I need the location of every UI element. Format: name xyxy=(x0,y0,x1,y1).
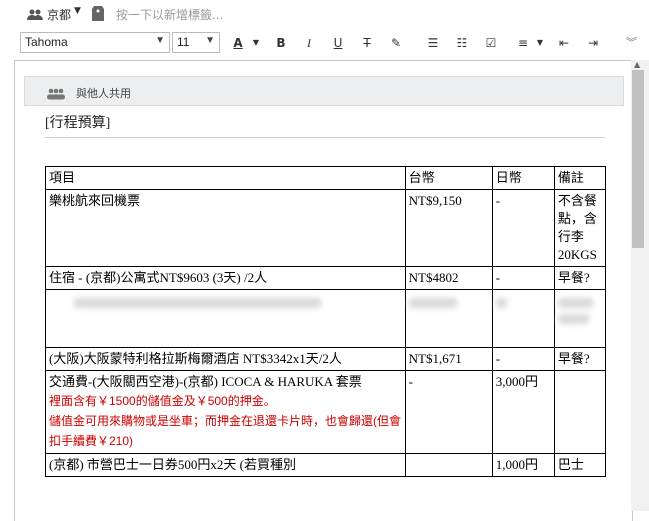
blurred-text xyxy=(495,298,507,308)
redacted-cell xyxy=(404,289,493,348)
bullet-list-icon[interactable]: ☰ xyxy=(424,34,442,52)
column-header: 日幣 xyxy=(491,166,555,190)
blurred-text xyxy=(408,298,457,308)
twd-cell xyxy=(404,453,493,477)
jpy-cell: - xyxy=(491,189,555,267)
highlighter-icon[interactable]: ✎ xyxy=(387,34,405,52)
scroll-up-icon[interactable]: ▲ xyxy=(634,60,640,69)
note-cell: 早餐? xyxy=(553,347,607,371)
italic-icon[interactable]: I xyxy=(300,34,318,52)
align-icon[interactable]: ≡ xyxy=(514,34,532,52)
tag-input[interactable]: 按一下以新增標籤... xyxy=(116,6,223,23)
column-header: 項目 xyxy=(45,166,406,190)
tag-icon xyxy=(92,6,104,25)
twd-cell: - xyxy=(404,370,493,454)
item-cell: 樂桃航來回機票 xyxy=(45,189,406,267)
twd-cell: NT$9,150 xyxy=(404,189,493,267)
users-icon xyxy=(27,6,43,25)
note-cell: 早餐? xyxy=(553,266,607,290)
column-header: 備註 xyxy=(553,166,607,190)
indent-icon[interactable]: ⇥ xyxy=(584,34,602,52)
blurred-text xyxy=(557,314,589,324)
blurred-text xyxy=(74,298,321,308)
table-header-row: 項目 台幣 日幣 備註 xyxy=(45,166,607,190)
table-row: 樂桃航來回機票 NT$9,150 - 不含餐點，含行李20KGS xyxy=(45,189,607,267)
users-icon xyxy=(47,85,65,104)
note-cell: 巴士 xyxy=(553,453,607,477)
redacted-cell xyxy=(45,289,406,348)
format-toolbar: Tahoma ▼ 11 ▼ A ▼ B I U T ✎ ☰ ☷ ☑ ≡ ▼ ⇤ ⇥ xyxy=(0,29,649,59)
font-family-value: Tahoma xyxy=(25,35,68,49)
share-bar[interactable]: 與他人共用 xyxy=(24,76,624,106)
note-header-bar: 京都 ▼ 按一下以新增標籤... xyxy=(0,0,649,28)
item-cell: (京都) 市營巴士一日券500円x2天 (若買種別 xyxy=(45,453,406,477)
checkbox-icon[interactable]: ☑ xyxy=(482,34,500,52)
bold-icon[interactable]: B xyxy=(272,34,290,52)
jpy-cell: - xyxy=(491,266,555,290)
chevron-down-icon[interactable]: ▼ xyxy=(74,6,81,16)
chevron-down-icon: ▼ xyxy=(155,35,165,46)
twd-cell: NT$1,671 xyxy=(404,347,493,371)
item-cell: 住宿 - (京都)公寓式NT$9603 (3天) /2人 xyxy=(45,266,406,290)
collapse-toolbar-icon[interactable]: ︾ xyxy=(626,34,637,50)
text-color-icon[interactable]: A xyxy=(229,34,247,52)
table-row: (京都) 市營巴士一日券500円x2天 (若買種別 1,000円 巴士 xyxy=(45,453,607,477)
scrollbar-thumb[interactable] xyxy=(632,70,644,248)
jpy-cell: 1,000円 xyxy=(491,453,555,477)
item-cell: (大阪)大阪蒙特利格拉斯梅爾酒店 NT$3342x1天/2人 xyxy=(45,347,406,371)
strikethrough-icon[interactable]: T xyxy=(358,34,376,52)
divider xyxy=(45,137,605,138)
table-row: 住宿 - (京都)公寓式NT$9603 (3天) /2人 NT$4802 - 早… xyxy=(45,266,607,290)
outdent-icon[interactable]: ⇤ xyxy=(555,34,573,52)
chevron-down-icon[interactable]: ▼ xyxy=(531,34,549,52)
item-text: 交通費-(大阪關西空港)-(京都) ICOCA & HARUKA 套票 xyxy=(49,374,362,389)
chevron-down-icon: ▼ xyxy=(205,35,215,46)
font-size-select[interactable]: 11 ▼ xyxy=(172,32,220,53)
table-row: (大阪)大阪蒙特利格拉斯梅爾酒店 NT$3342x1天/2人 NT$1,671 … xyxy=(45,347,607,371)
red-note-line: 儲值金可用來購物或是坐車；而押金在退還卡片時，也會歸還(但會扣手續費￥210) xyxy=(49,414,401,448)
numbered-list-icon[interactable]: ☷ xyxy=(453,34,471,52)
notebook-selector[interactable]: 京都 xyxy=(47,6,71,23)
table-row: 交通費-(大阪關西空港)-(京都) ICOCA & HARUKA 套票 裡面含有… xyxy=(45,370,607,454)
budget-table[interactable]: 項目 台幣 日幣 備註 樂桃航來回機票 NT$9,150 - 不含餐點，含行李2… xyxy=(45,166,607,477)
blurred-text xyxy=(557,298,594,308)
column-header: 台幣 xyxy=(404,166,493,190)
font-family-select[interactable]: Tahoma ▼ xyxy=(20,32,170,53)
jpy-cell: 3,000円 xyxy=(491,370,555,454)
jpy-cell: - xyxy=(491,347,555,371)
twd-cell: NT$4802 xyxy=(404,266,493,290)
redacted-cell xyxy=(553,289,607,348)
share-label: 與他人共用 xyxy=(76,87,131,100)
red-note-line: 裡面含有￥1500的儲值金及￥500的押金。 xyxy=(49,394,276,408)
item-cell: 交通費-(大阪關西空港)-(京都) ICOCA & HARUKA 套票 裡面含有… xyxy=(45,370,406,454)
redacted-cell xyxy=(491,289,555,348)
note-cell xyxy=(553,370,607,454)
font-size-value: 11 xyxy=(177,35,190,49)
note-cell: 不含餐點，含行李20KGS xyxy=(553,189,607,267)
chevron-down-icon[interactable]: ▼ xyxy=(247,34,265,52)
table-row-redacted xyxy=(45,289,607,348)
underline-icon[interactable]: U xyxy=(329,34,347,52)
note-heading: [行程預算] xyxy=(45,116,111,131)
